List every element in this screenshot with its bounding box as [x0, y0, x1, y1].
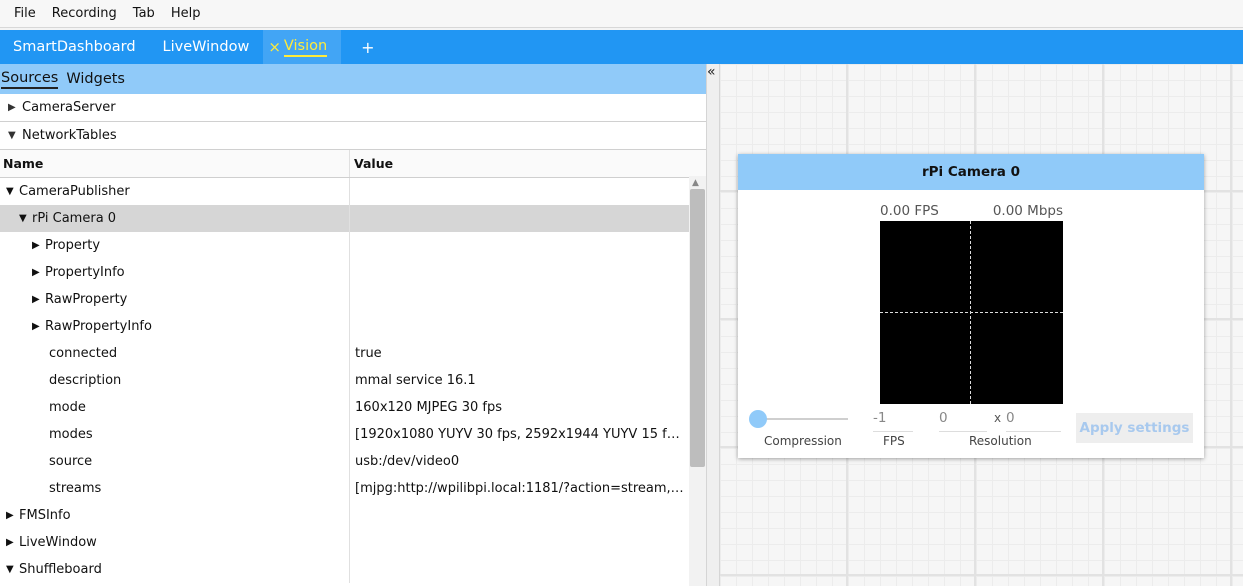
add-tab-button[interactable]: +	[341, 30, 388, 64]
fps-readout: 0.00 FPS	[880, 203, 939, 219]
table-row[interactable]: connected true	[0, 340, 706, 367]
row-name: Shuffleboard	[19, 562, 102, 577]
resolution-label: Resolution	[969, 434, 1032, 448]
chevron-down-icon[interactable]: ▼	[6, 564, 19, 575]
scroll-up-icon[interactable]: ▲	[692, 178, 699, 188]
row-name: FMSInfo	[19, 508, 71, 523]
widget-title: rPi Camera 0	[738, 154, 1204, 190]
row-name: streams	[49, 481, 102, 496]
table-row[interactable]: ▶ FMSInfo	[0, 502, 706, 529]
crosshair-horizontal	[880, 312, 1063, 313]
table-row[interactable]: ▶ LiveWindow	[0, 529, 706, 556]
table-row[interactable]: ▼ rPi Camera 0	[0, 205, 706, 232]
row-name: connected	[49, 346, 118, 361]
row-name: source	[49, 454, 93, 469]
chevron-right-icon[interactable]: ▶	[32, 321, 45, 332]
close-tab-icon[interactable]: ×	[268, 38, 281, 56]
row-name: modes	[49, 427, 93, 442]
menu-bar: File Recording Tab Help	[0, 0, 1243, 28]
section-label: NetworkTables	[22, 128, 117, 143]
row-name: RawPropertyInfo	[45, 319, 152, 334]
row-name: rPi Camera 0	[32, 211, 117, 226]
tab-smartdashboard[interactable]: SmartDashboard	[0, 30, 150, 64]
table-header: Name Value	[0, 150, 706, 178]
compression-label: Compression	[764, 434, 842, 448]
row-name: CameraPublisher	[19, 184, 130, 199]
row-name: description	[49, 373, 122, 388]
resolution-height-input[interactable]: 0	[1006, 410, 1061, 432]
chevron-down-icon: ▼	[8, 130, 16, 141]
section-cameraserver[interactable]: ▶ CameraServer	[0, 94, 706, 122]
tab-bar: SmartDashboard LiveWindow × Vision +	[0, 30, 1243, 64]
table-row[interactable]: mode 160x120 MJPEG 30 fps	[0, 394, 706, 421]
camera-view	[880, 221, 1063, 404]
scrollbar-thumb[interactable]	[690, 189, 705, 467]
section-networktables[interactable]: ▼ NetworkTables	[0, 122, 706, 150]
row-name: RawProperty	[45, 292, 128, 307]
row-name: LiveWindow	[19, 535, 97, 550]
table-row[interactable]: source usb:/dev/video0	[0, 448, 706, 475]
chevron-right-icon[interactable]: ▶	[32, 267, 45, 278]
table-row[interactable]: ▶ RawProperty	[0, 286, 706, 313]
split-pane-divider[interactable]	[706, 64, 720, 586]
row-value: usb:/dev/video0	[355, 454, 460, 469]
row-value: 160x120 MJPEG 30 fps	[355, 400, 503, 415]
table-row[interactable]: ▶ PropertyInfo	[0, 259, 706, 286]
tree-table: ▼ CameraPublisher ▼ rPi Camera 0 ▶ Property…	[0, 178, 706, 583]
stream-stats: 0.00 FPS 0.00 Mbps	[880, 203, 1063, 219]
tab-vision-label: Vision	[283, 37, 328, 57]
table-row[interactable]: ▶ RawPropertyInfo	[0, 313, 706, 340]
chevron-right-icon[interactable]: ▶	[32, 240, 45, 251]
sources-panel: Sources Widgets ▶ CameraServer ▼ Network…	[0, 64, 706, 586]
apply-settings-button[interactable]: Apply settings	[1076, 413, 1193, 443]
table-row[interactable]: ▶ Property	[0, 232, 706, 259]
column-header-value[interactable]: Value	[350, 156, 393, 171]
tab-sources[interactable]: Sources	[1, 70, 59, 89]
menu-recording[interactable]: Recording	[44, 6, 125, 21]
fps-input[interactable]: -1	[873, 410, 913, 432]
chevron-down-icon[interactable]: ▼	[19, 213, 32, 224]
tab-livewindow[interactable]: LiveWindow	[150, 30, 264, 64]
table-row[interactable]: streams [mjpg:http://wpilibpi.local:1181…	[0, 475, 706, 502]
menu-tab[interactable]: Tab	[125, 6, 163, 21]
resolution-width-input[interactable]: 0	[939, 410, 987, 432]
compression-slider-track[interactable]	[758, 418, 848, 420]
collapse-panel-icon[interactable]: «	[707, 64, 716, 80]
chevron-right-icon[interactable]: ▶	[6, 537, 19, 548]
table-row[interactable]: description mmal service 16.1	[0, 367, 706, 394]
chevron-down-icon[interactable]: ▼	[6, 186, 19, 197]
table-row[interactable]: modes [1920x1080 YUYV 30 fps, 2592x1944 …	[0, 421, 706, 448]
row-name: mode	[49, 400, 86, 415]
chevron-right-icon[interactable]: ▶	[32, 294, 45, 305]
row-value: [1920x1080 YUYV 30 fps, 2592x1944 YUYV 1…	[355, 427, 686, 442]
row-name: PropertyInfo	[45, 265, 125, 280]
row-value: [mjpg:http://wpilibpi.local:1181/?action…	[355, 481, 686, 496]
bandwidth-readout: 0.00 Mbps	[992, 203, 1063, 219]
row-value: mmal service 16.1	[355, 373, 476, 388]
table-row[interactable]: ▼ Shuffleboard	[0, 556, 706, 583]
chevron-right-icon[interactable]: ▶	[6, 510, 19, 521]
menu-file[interactable]: File	[6, 6, 44, 21]
chevron-right-icon: ▶	[8, 102, 16, 113]
column-header-name[interactable]: Name	[0, 150, 350, 177]
sources-tab-strip: Sources Widgets	[0, 64, 706, 94]
camera-stream-widget[interactable]: rPi Camera 0 0.00 FPS 0.00 Mbps Compress…	[738, 154, 1204, 458]
tab-vision[interactable]: × Vision	[263, 30, 342, 64]
tab-widgets[interactable]: Widgets	[66, 71, 125, 88]
compression-slider[interactable]	[749, 410, 767, 428]
vertical-scrollbar[interactable]: ▲	[689, 176, 706, 586]
table-row[interactable]: ▼ CameraPublisher	[0, 178, 706, 205]
section-label: CameraServer	[22, 100, 116, 115]
resolution-times: x	[994, 411, 1002, 425]
menu-help[interactable]: Help	[163, 6, 209, 21]
row-name: Property	[45, 238, 101, 253]
fps-label: FPS	[883, 434, 905, 448]
row-value: true	[355, 346, 382, 361]
